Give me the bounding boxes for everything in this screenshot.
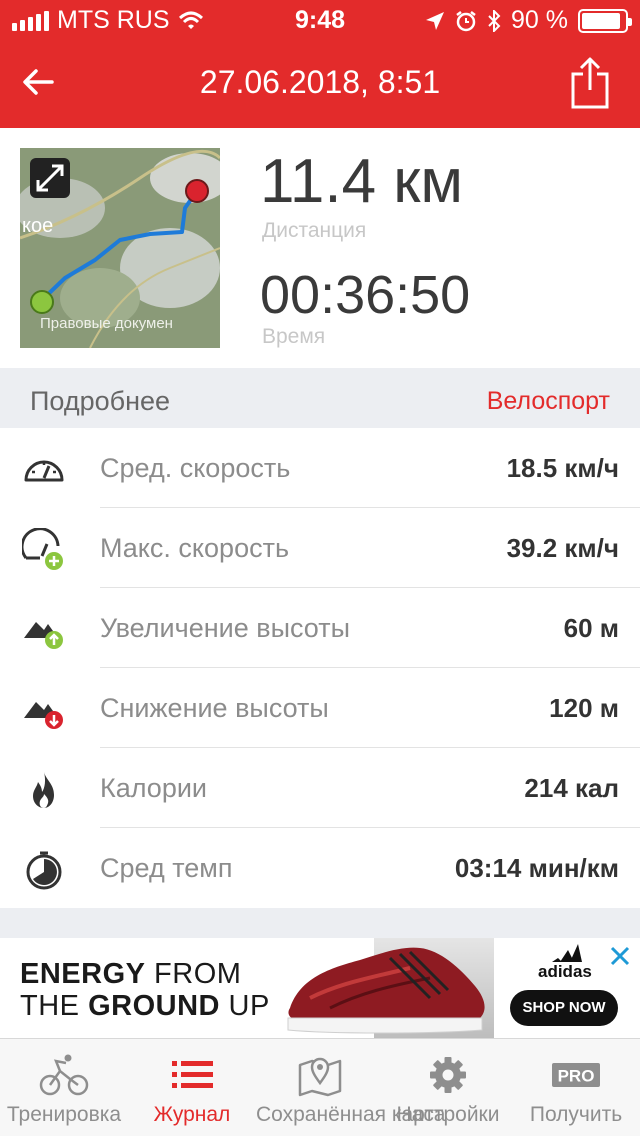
gear-icon [430, 1057, 466, 1093]
battery-percent: 90 % [511, 6, 568, 34]
elevation-gain-icon [24, 622, 63, 649]
speedometer-plus-icon [22, 528, 63, 570]
alarm-icon [456, 10, 476, 31]
tab-workout[interactable]: Тренировка [0, 1039, 128, 1136]
close-icon[interactable] [608, 944, 632, 968]
tab-label: Сохранённая карта [256, 1103, 446, 1126]
row-label: Макс. скорость [100, 533, 290, 563]
row-value: 214 кал [524, 773, 619, 803]
row-label: Калории [100, 773, 207, 803]
row-label: Снижение высоты [100, 693, 329, 723]
adidas-logo [552, 944, 582, 962]
duration-value: 00:36:50 [260, 265, 471, 325]
map-place-label: кое [22, 215, 53, 237]
row-label: Сред. скорость [100, 453, 291, 483]
tab-label: Получить [529, 1103, 623, 1126]
list-item: Увеличение высоты 60 м [0, 588, 640, 668]
tab-get-pro[interactable]: PRO Получить [512, 1039, 640, 1136]
tab-bar: Тренировка Журнал Сохранённая карта Наст… [0, 1038, 640, 1136]
tab-label: Настройки [396, 1103, 500, 1126]
row-label: Увеличение высоты [100, 613, 350, 643]
row-label: Сред темп [100, 853, 233, 883]
shop-now-button[interactable]: SHOP NOW [510, 990, 618, 1026]
list-icon [172, 1061, 213, 1088]
row-value: 18.5 км/ч [506, 453, 619, 483]
pro-badge-icon: PRO [552, 1063, 600, 1087]
page-title: 27.06.2018, 8:51 [199, 64, 441, 100]
route-map-thumbnail[interactable]: кое Правовые докумен [20, 148, 220, 348]
distance-label: Дистанция [262, 219, 367, 242]
tab-saved-map[interactable]: Сохранённая карта [256, 1039, 446, 1136]
map-legal-label: Правовые докумен [40, 315, 173, 332]
workout-summary: кое Правовые докумен 11.4 км Дистанция 0… [0, 128, 640, 368]
list-item: Снижение высоты 120 м [0, 668, 640, 748]
ad-headline-line2: THE GROUND UP [20, 990, 270, 1022]
distance-value: 11.4 км [260, 147, 464, 216]
cyclist-icon [39, 1054, 89, 1096]
row-value: 60 м [563, 613, 619, 643]
battery-icon [578, 8, 632, 33]
ad-brand: adidas [538, 962, 592, 981]
share-icon[interactable] [568, 56, 612, 110]
status-bar: MTS RUS 9:48 90 % [0, 0, 640, 40]
bluetooth-icon [488, 9, 501, 32]
list-item: Сред темп 03:14 мин/км [0, 828, 640, 908]
details-header: Подробнее Велоспорт [0, 368, 640, 428]
ad-banner[interactable]: ENERGY FROM THE GROUND UP adidas SHOP NO… [0, 938, 640, 1038]
duration-label: Время [262, 325, 326, 348]
list-item: Сред. скорость 18.5 км/ч [0, 428, 640, 508]
tab-journal[interactable]: Журнал [128, 1039, 256, 1136]
shoe-image [287, 947, 485, 1034]
row-value: 39.2 км/ч [506, 533, 619, 563]
tab-label: Тренировка [6, 1103, 122, 1126]
list-item: Макс. скорость 39.2 км/ч [0, 508, 640, 588]
stopwatch-icon [26, 851, 62, 890]
activity-type[interactable]: Велоспорт [487, 387, 610, 416]
list-item: Калории 214 кал [0, 748, 640, 828]
speedometer-icon [24, 460, 64, 482]
tab-settings[interactable]: Настройки [384, 1039, 512, 1136]
row-value: 120 м [549, 693, 619, 723]
pro-badge-text: PRO [558, 1067, 595, 1086]
section-spacer [0, 908, 640, 938]
elevation-loss-icon [24, 702, 63, 729]
app-header: MTS RUS 9:48 90 % 27.06.2018, 8:51 [0, 0, 640, 128]
battery-level [582, 12, 620, 29]
ad-headline-line1: ENERGY FROM [20, 958, 242, 990]
flame-icon [33, 772, 54, 808]
tab-label: Журнал [153, 1103, 231, 1126]
map-pin-icon [298, 1057, 342, 1097]
row-value: 03:14 мин/км [454, 853, 619, 883]
details-title: Подробнее [30, 386, 171, 416]
location-arrow-icon [426, 11, 445, 30]
details-list: Сред. скорость 18.5 км/ч Макс. скорость … [0, 428, 640, 908]
